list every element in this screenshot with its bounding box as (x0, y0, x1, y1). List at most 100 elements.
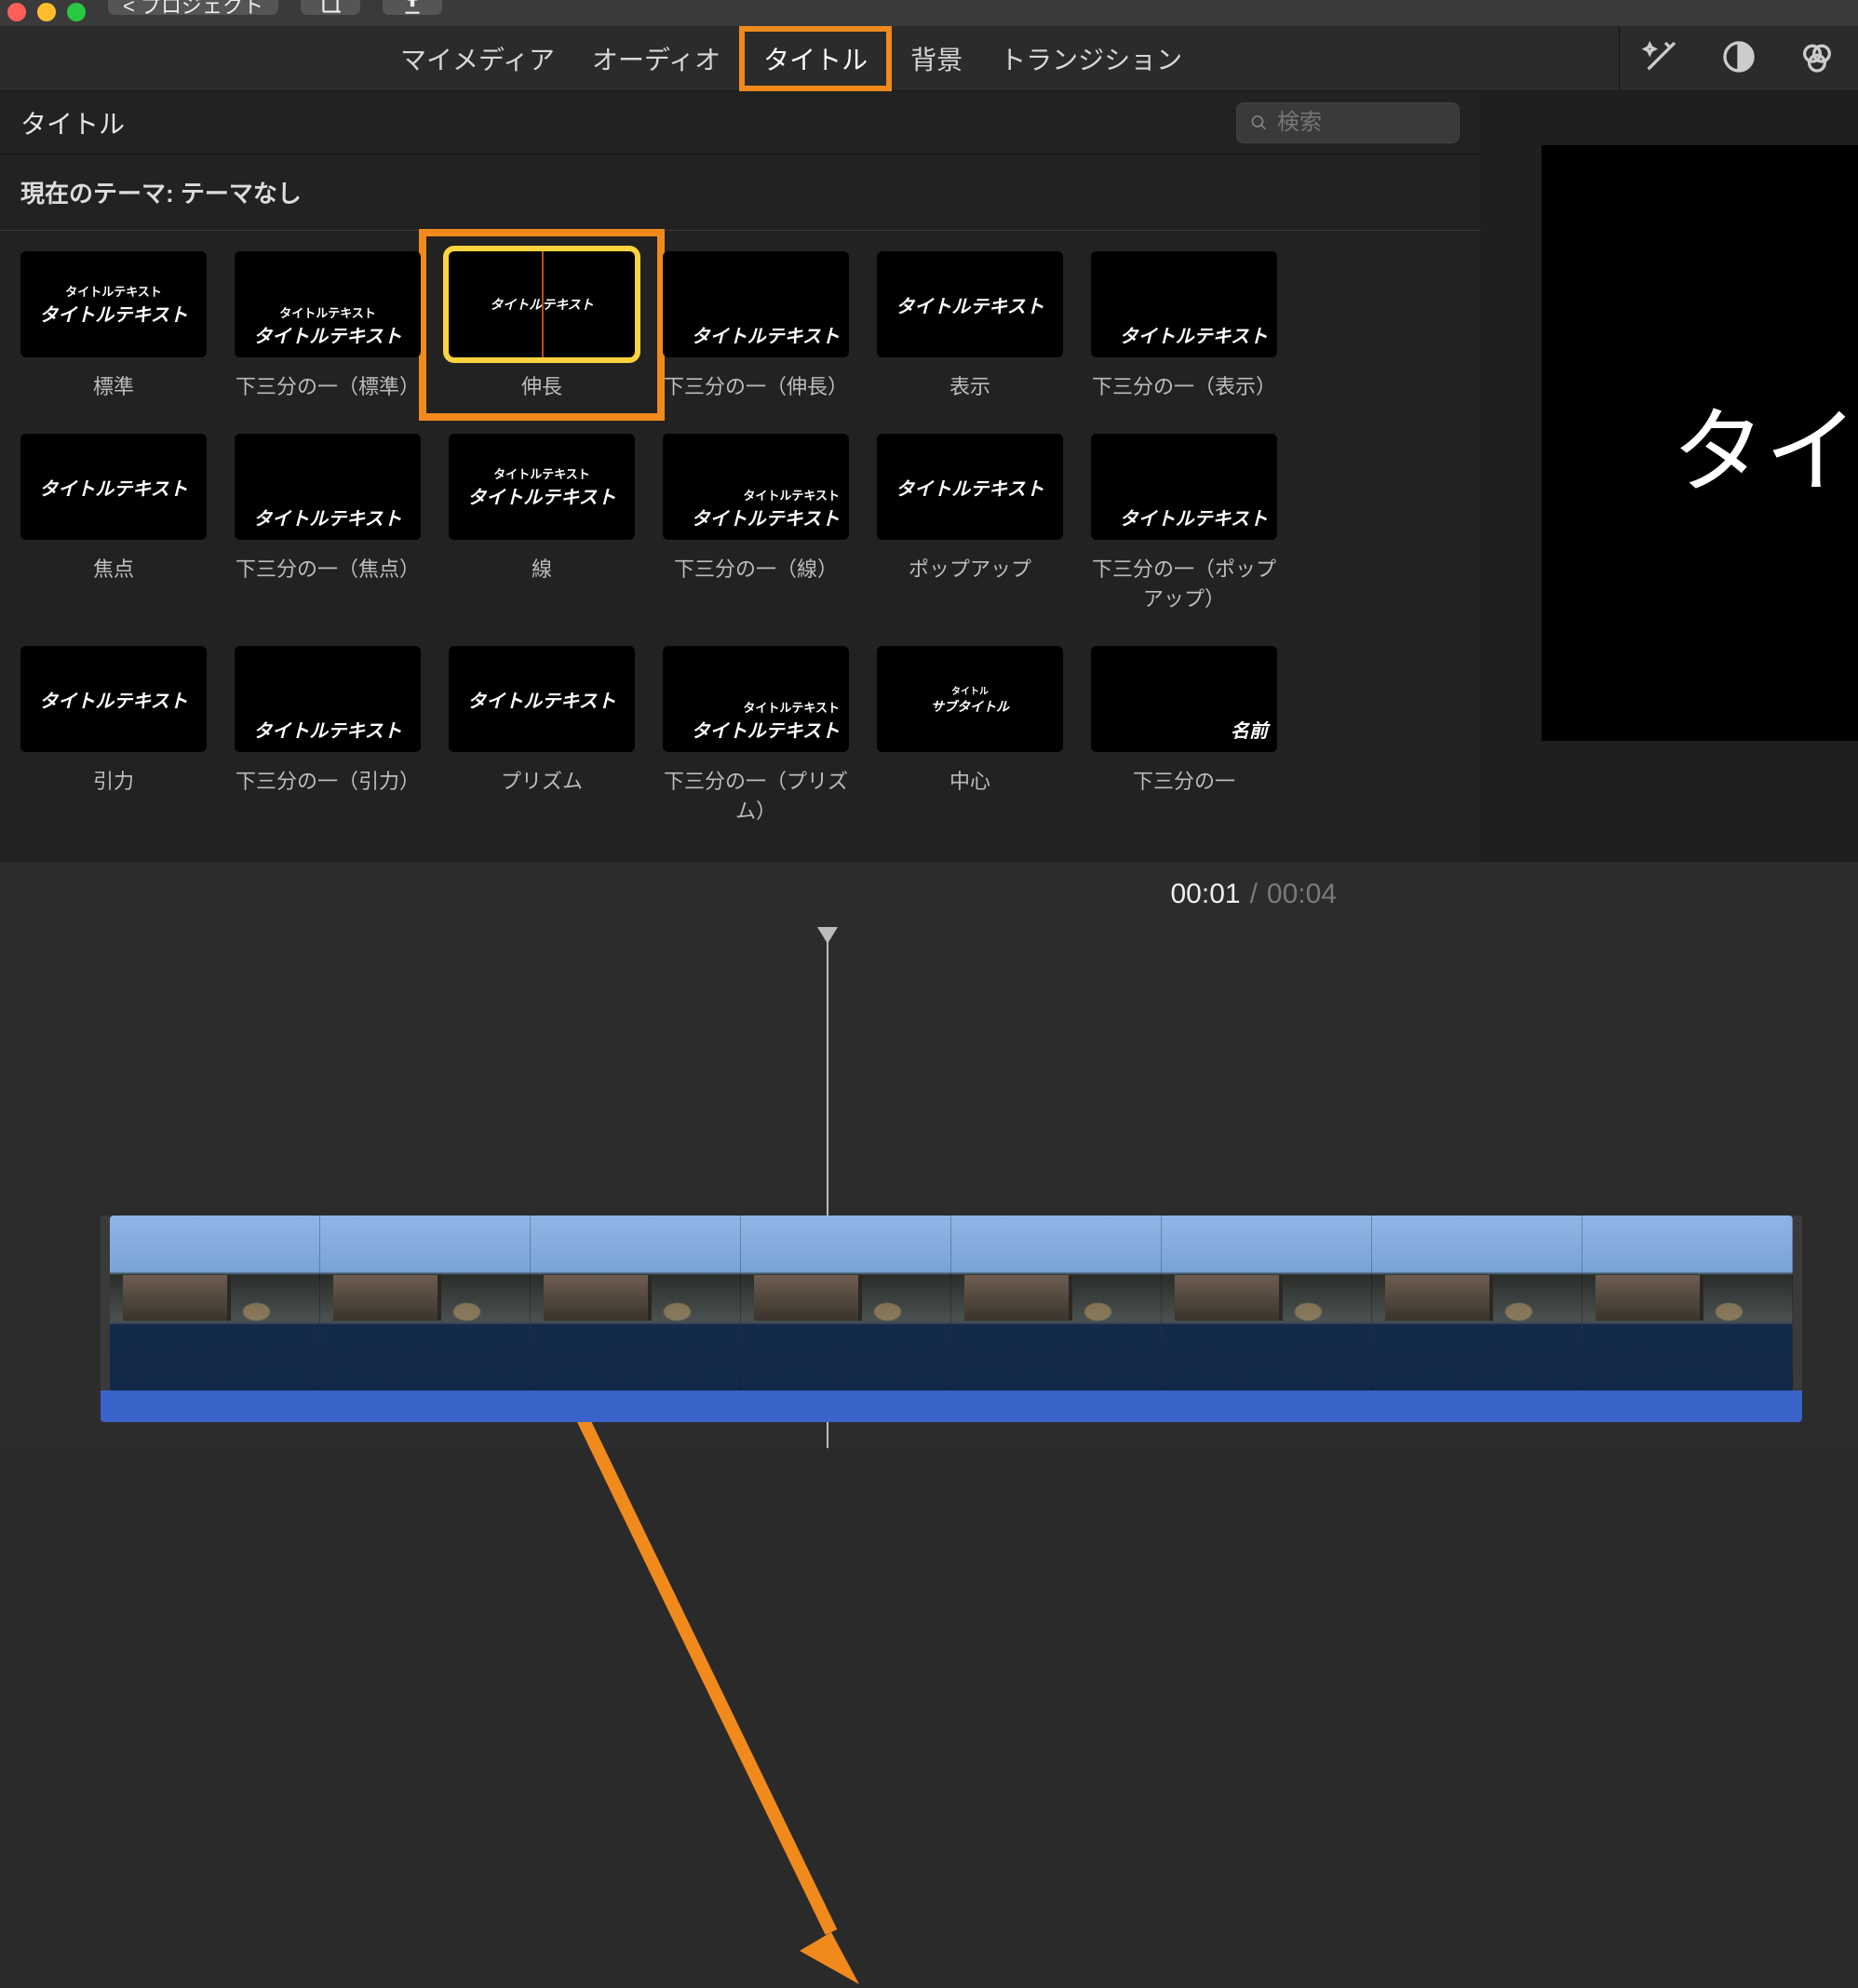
title-tile[interactable]: タイトルテキストタイトルテキスト標準 (20, 251, 207, 400)
title-browser: タイトル 現在のテーマ: テーマなし タイトルテキストタイトルテキスト標準タイト… (0, 91, 1480, 862)
thumb-line2: タイトルテキスト (895, 474, 1043, 501)
title-thumb: タイトルテキスト (877, 434, 1063, 540)
tile-label: 伸長 (449, 370, 635, 400)
clip-handle-right[interactable] (1793, 1216, 1802, 1390)
thumb-line2: タイトルテキスト (467, 482, 615, 509)
color-balance-icon[interactable] (1720, 38, 1757, 80)
clip[interactable] (101, 1216, 1802, 1422)
thumb-line2: タイトルテキスト (253, 321, 401, 348)
tab-audio[interactable]: オーディオ (573, 26, 739, 91)
tab-backgrounds[interactable]: 背景 (892, 26, 981, 91)
thumb-line2: タイトルテキスト (692, 321, 840, 348)
title-tile[interactable]: タイトルテキスト表示 (877, 251, 1063, 400)
title-tile[interactable]: タイトルテキスト引力 (20, 646, 207, 825)
tile-label: 下三分の一（引力） (235, 765, 421, 795)
clip-audio-track[interactable] (101, 1390, 1802, 1422)
tile-label: 下三分の一（伸長） (663, 370, 849, 400)
thumb-line2: タイトルテキスト (692, 716, 840, 743)
title-tile[interactable]: タイトルテキスト下三分の一（伸長） (663, 251, 849, 400)
title-thumb: タイトルテキストタイトルテキスト (663, 434, 849, 540)
title-thumb: タイトルテキスト (235, 646, 421, 752)
tile-label: 下三分の一（ポップアップ） (1091, 553, 1277, 612)
title-tile[interactable]: タイトルテキスト下三分の一（ポップアップ） (1091, 434, 1277, 612)
time-current: 00:01 (1171, 879, 1241, 910)
thumb-line2: タイトルテキスト (1120, 321, 1268, 348)
thumb-line2: タイトルテキスト (895, 291, 1043, 318)
tile-label: プリズム (449, 765, 635, 795)
thumb-line1: タイトルテキスト (743, 486, 840, 504)
preview-text: タイ (1672, 376, 1858, 511)
thumb-line2: タイトルテキスト (253, 504, 401, 531)
title-tile[interactable]: タイトルテキスト下三分の一（引力） (235, 646, 421, 825)
title-thumb: タイトルサブタイトル (877, 646, 1063, 752)
import-icon[interactable] (383, 0, 442, 15)
title-tile[interactable]: タイトルテキスト下三分の一（焦点） (235, 434, 421, 612)
time-total: 00:04 (1267, 879, 1337, 910)
tile-label: 下三分の一（線） (663, 553, 849, 583)
title-thumb: タイトルテキスト (449, 251, 635, 357)
thumb-line2: タイトルテキスト (39, 300, 187, 327)
title-tile[interactable]: タイトルテキストタイトルテキスト下三分の一（プリズム） (663, 646, 849, 825)
tab-my-media[interactable]: マイメディア (382, 26, 573, 91)
media-tabs: マイメディア オーディオ タイトル 背景 トランジション (0, 26, 1858, 91)
thumb-line1: タイトル (951, 683, 989, 697)
window-titlebar: < プロジェクト (0, 0, 1858, 26)
thumb-line2: タイトルテキスト (692, 504, 840, 531)
tile-label: ポップアップ (877, 553, 1063, 583)
search-field[interactable] (1236, 102, 1460, 143)
enhance-icon[interactable] (1642, 38, 1679, 80)
thumb-line2: タイトルテキスト (39, 474, 187, 501)
tile-label: 下三分の一（プリズム） (663, 765, 849, 825)
tile-label: 焦点 (20, 553, 207, 583)
thumb-line2: タイトルテキスト (1120, 504, 1268, 531)
preview-viewer[interactable]: タイ (1542, 145, 1858, 741)
project-button[interactable]: < プロジェクト (108, 0, 278, 15)
title-tile[interactable]: タイトルテキストポップアップ (877, 434, 1063, 612)
tile-label: 下三分の一 (1091, 765, 1277, 795)
title-tile[interactable]: タイトルテキスト下三分の一（表示） (1091, 251, 1277, 400)
tile-label: 引力 (20, 765, 207, 795)
title-thumb: タイトルテキスト (1091, 434, 1277, 540)
title-thumb: タイトルテキスト (20, 646, 207, 752)
thumb-line2: タイトルテキスト (253, 716, 401, 743)
title-tile[interactable]: タイトルテキストタイトルテキスト線 (449, 434, 635, 612)
crop-icon[interactable] (301, 0, 360, 15)
clip-handle-left[interactable] (101, 1216, 110, 1390)
thumb-line2: 名前 (1231, 716, 1268, 743)
time-separator: / (1250, 879, 1258, 910)
tile-label: 線 (449, 553, 635, 583)
title-tile[interactable]: タイトルテキストプリズム (449, 646, 635, 825)
title-tile[interactable]: 名前下三分の一 (1091, 646, 1277, 825)
title-thumb: 名前 (1091, 646, 1277, 752)
fullscreen-dot[interactable] (67, 3, 86, 21)
title-tile[interactable]: タイトルテキストタイトルテキスト下三分の一（線） (663, 434, 849, 612)
title-tile[interactable]: タイトルテキスト焦点 (20, 434, 207, 612)
thumb-line1: タイトルテキスト (279, 303, 376, 321)
thumb-line1: タイトルテキスト (493, 464, 590, 482)
tile-label: 下三分の一（焦点） (235, 553, 421, 583)
tab-titles[interactable]: タイトル (739, 26, 892, 91)
title-thumb: タイトルテキスト (1091, 251, 1277, 357)
thumb-line1: タイトルテキスト (743, 698, 840, 716)
title-thumb: タイトルテキスト (449, 646, 635, 752)
tile-label: 下三分の一（標準） (235, 370, 421, 400)
thumb-line2: タイトルテキスト (39, 686, 187, 713)
tab-transitions[interactable]: トランジション (981, 26, 1201, 91)
title-thumb: タイトルテキストタイトルテキスト (235, 251, 421, 357)
divider (0, 230, 1480, 231)
annotation-arrow (524, 1355, 952, 1988)
timeline[interactable] (0, 927, 1858, 1448)
color-correction-icon[interactable] (1798, 38, 1836, 80)
search-input[interactable] (1277, 110, 1446, 136)
title-thumb: タイトルテキスト (877, 251, 1063, 357)
search-icon (1250, 113, 1268, 133)
title-thumb: タイトルテキストタイトルテキスト (449, 434, 635, 540)
thumb-line1: タイトルテキスト (65, 282, 162, 300)
title-tile[interactable]: タイトルサブタイトル中心 (877, 646, 1063, 825)
section-title: タイトル (20, 104, 125, 141)
title-tile[interactable]: タイトルテキスト伸長 (424, 235, 659, 415)
minimize-dot[interactable] (37, 3, 56, 21)
close-dot[interactable] (7, 3, 26, 21)
title-thumb: タイトルテキストタイトルテキスト (20, 251, 207, 357)
title-tile[interactable]: タイトルテキストタイトルテキスト下三分の一（標準） (235, 251, 421, 400)
